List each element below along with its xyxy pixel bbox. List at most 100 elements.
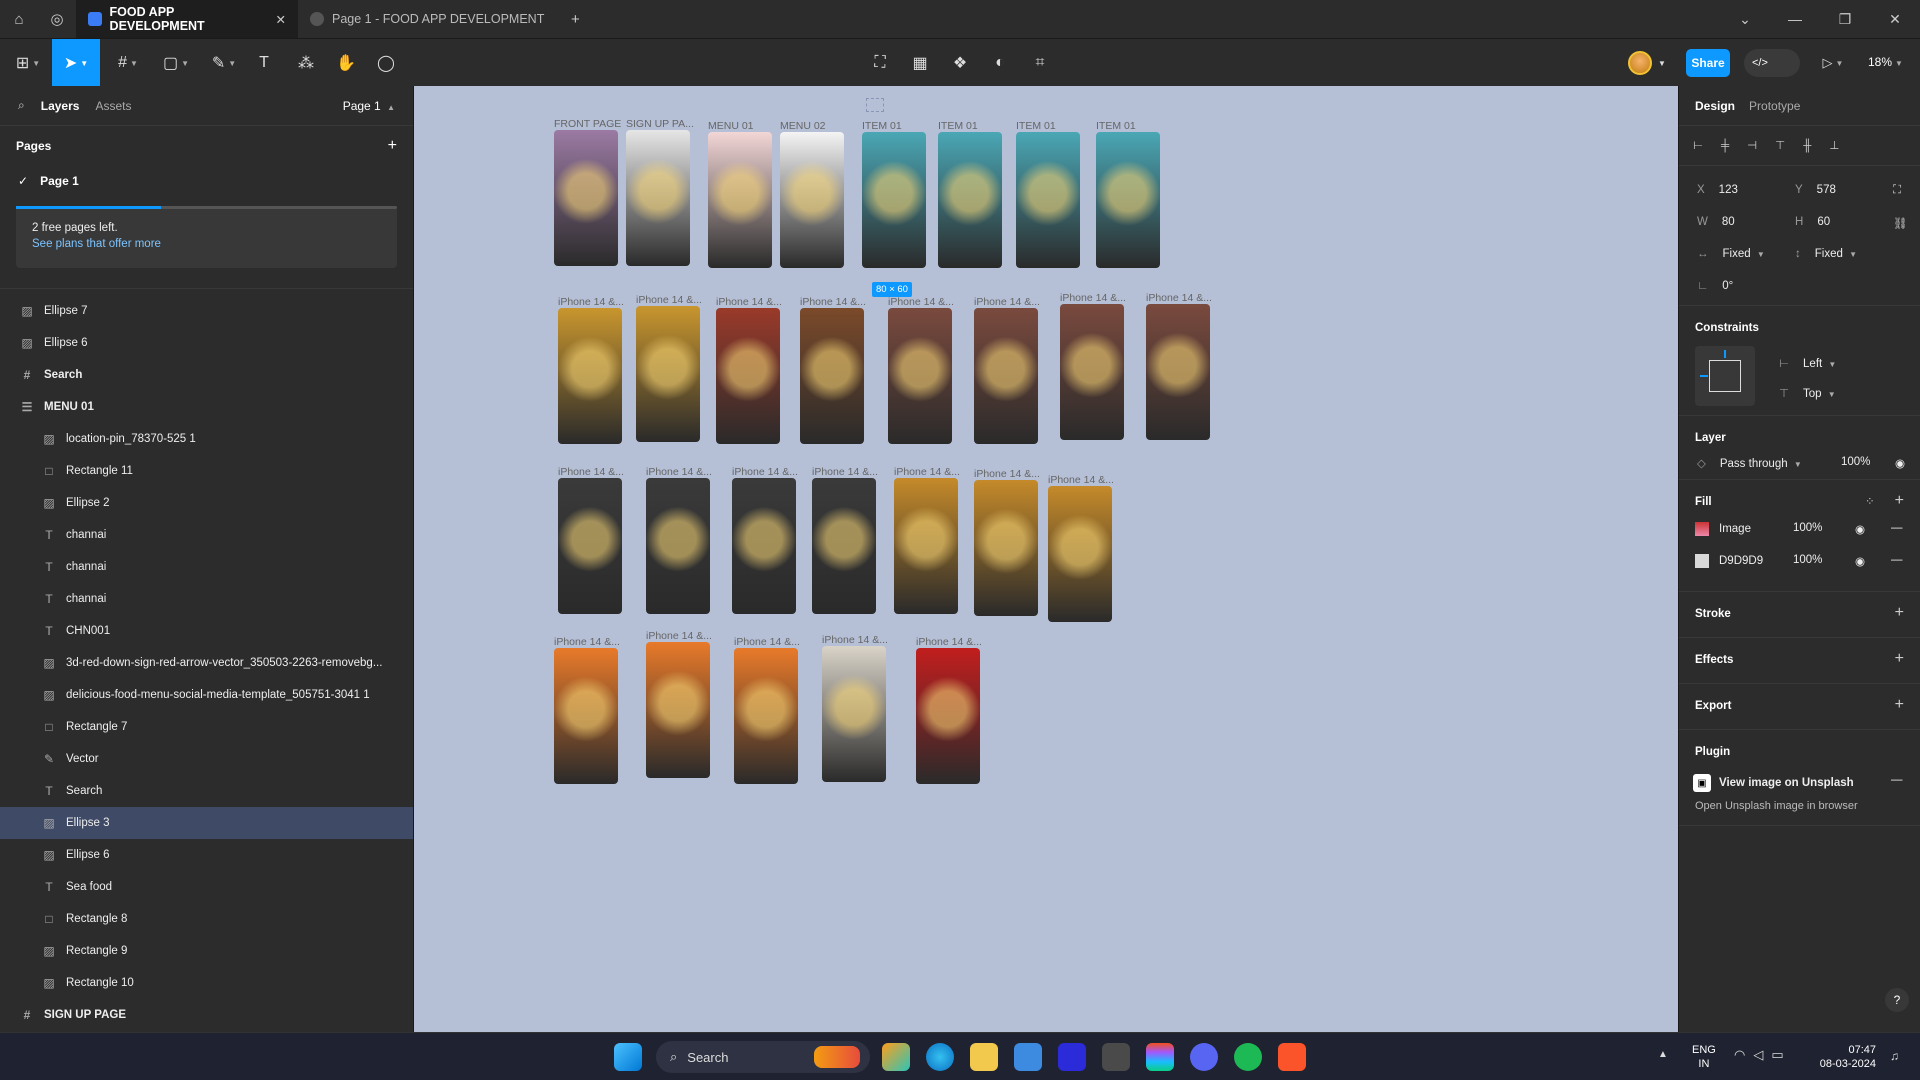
lock-ratio-icon[interactable]: ⛓ <box>1893 216 1908 230</box>
layer-row[interactable]: ▨ delicious-food-menu-social-media-templa… <box>0 679 413 711</box>
frame-thumbnail[interactable] <box>716 308 780 444</box>
close-window-button[interactable]: ✕ <box>1870 0 1920 38</box>
remove-fill-icon[interactable]: — <box>1891 522 1903 534</box>
tab-assets[interactable]: Assets <box>95 99 131 113</box>
frame-thumbnail[interactable] <box>554 648 618 784</box>
edge-icon[interactable] <box>926 1043 954 1071</box>
chevron-down-icon[interactable]: ▼ <box>1654 39 1670 87</box>
layer-row[interactable]: ▨ Rectangle 10 <box>0 967 413 999</box>
main-menu-icon[interactable]: ⊞ ▼ <box>10 39 46 87</box>
see-plans-link[interactable]: See plans that offer more <box>32 238 381 250</box>
layer-row[interactable]: ▨ 3d-red-down-sign-red-arrow-vector_35050… <box>0 647 413 679</box>
resize-to-fit-icon[interactable]: ⛶ <box>1893 184 1901 197</box>
hand-tool-icon[interactable]: ✋ <box>334 39 358 87</box>
vertical-sizing[interactable]: Fixed <box>1815 248 1843 260</box>
layer-row[interactable]: Tchannai <box>0 583 413 615</box>
tab-layers[interactable]: Layers <box>41 99 80 113</box>
frame-label[interactable]: iPhone 14 &... <box>716 296 782 308</box>
mask-icon[interactable]: ◐ <box>988 39 1012 87</box>
h-field[interactable]: 60 <box>1817 216 1830 228</box>
y-field[interactable]: 578 <box>1817 184 1836 196</box>
frame-thumbnail[interactable] <box>626 130 690 266</box>
fill-row-color[interactable]: D9D9D9 <box>1695 554 1763 568</box>
frame-label[interactable]: iPhone 14 &... <box>732 466 798 478</box>
fill-opacity[interactable]: 100% <box>1793 522 1822 534</box>
frame-label[interactable]: iPhone 14 &... <box>916 636 982 648</box>
x-field[interactable]: 123 <box>1719 184 1738 196</box>
frame-label[interactable]: iPhone 14 &... <box>646 466 712 478</box>
shape-tool-icon[interactable]: ▢ ▼ <box>158 39 194 87</box>
frame-label[interactable]: ITEM 01 <box>1096 120 1136 132</box>
frame-thumbnail[interactable] <box>862 132 926 268</box>
tab-food-app[interactable]: FOOD APP DEVELOPMENT ✕ <box>76 0 298 38</box>
frame-label[interactable]: iPhone 14 &... <box>558 296 624 308</box>
frame-thumbnail[interactable] <box>708 132 772 268</box>
copilot-icon[interactable] <box>882 1043 910 1071</box>
frame-thumbnail[interactable] <box>822 646 886 782</box>
layer-row[interactable]: Tchannai <box>0 551 413 583</box>
frame-thumbnail[interactable] <box>558 478 622 614</box>
crop-icon[interactable]: ⌗ <box>1028 39 1052 87</box>
figma-icon[interactable] <box>1146 1043 1174 1071</box>
present-icon[interactable]: ▷ ▼ <box>1818 39 1848 87</box>
pen-tool-icon[interactable]: ✎ ▼ <box>206 39 242 87</box>
app-icon[interactable] <box>1102 1043 1130 1071</box>
canvas[interactable]: FRONT PAGE SIGN UP PA... MENU 01 MENU 02 ITE… <box>414 86 1678 1032</box>
page-item[interactable]: ✓ Page 1 <box>0 166 413 196</box>
frame-label[interactable]: iPhone 14 &... <box>636 294 702 306</box>
home-icon[interactable]: ⌂ <box>0 0 38 38</box>
frame-thumbnail[interactable] <box>1060 304 1124 440</box>
frame-thumbnail[interactable] <box>1016 132 1080 268</box>
store-icon[interactable] <box>1014 1043 1042 1071</box>
frame-label[interactable]: iPhone 14 &... <box>822 634 888 646</box>
dev-mode-toggle[interactable]: </> <box>1744 49 1800 77</box>
zoom-level[interactable]: 18% ▼ <box>1868 55 1903 69</box>
frame-thumbnail[interactable] <box>916 648 980 784</box>
search-icon[interactable]: ⌕ <box>18 98 25 113</box>
layer-row[interactable]: ▨ Ellipse 6 <box>0 839 413 871</box>
show-hidden-icons-icon[interactable]: ▲ <box>1658 1049 1668 1060</box>
minimize-button[interactable]: — <box>1770 0 1820 38</box>
new-tab-button[interactable]: + <box>556 0 594 38</box>
close-tab-icon[interactable]: ✕ <box>276 12 286 27</box>
eye-icon[interactable]: ◉ <box>1855 554 1865 568</box>
resources-icon[interactable]: ⁂ <box>294 39 318 87</box>
avatar[interactable] <box>1628 51 1652 75</box>
frame-thumbnail[interactable] <box>894 478 958 614</box>
layer-row[interactable]: T CHN001 <box>0 615 413 647</box>
layer-row[interactable]: □ Rectangle 8 <box>0 903 413 935</box>
tabs-dropdown-icon[interactable]: ⌄ <box>1720 0 1770 38</box>
layer-row[interactable]: ▨ Rectangle 9 <box>0 935 413 967</box>
frame-thumbnail[interactable] <box>1096 132 1160 268</box>
frame-thumbnail[interactable] <box>636 306 700 442</box>
layer-row[interactable]: # Search <box>0 359 413 391</box>
add-effect-button[interactable]: + <box>1895 650 1904 668</box>
frame-label[interactable]: iPhone 14 &... <box>888 296 954 308</box>
frame-thumbnail[interactable] <box>558 308 622 444</box>
frame-label[interactable]: iPhone 14 &... <box>800 296 866 308</box>
blend-mode[interactable]: Pass through <box>1720 458 1788 470</box>
text-tool-icon[interactable]: T <box>252 39 276 87</box>
frame-label[interactable]: MENU 01 <box>708 120 754 132</box>
frame-thumbnail[interactable] <box>554 130 618 266</box>
collapse-plugin-icon[interactable]: — <box>1891 774 1903 786</box>
frame-tool-icon[interactable]: # ▼ <box>110 39 146 87</box>
move-tool-icon[interactable]: ➤ ▼ <box>52 39 100 87</box>
frame-label[interactable]: MENU 02 <box>780 120 826 132</box>
notification-bell-icon[interactable]: ♫ <box>1890 1049 1899 1063</box>
layer-row[interactable]: □ Rectangle 11 <box>0 455 413 487</box>
discord-icon[interactable] <box>1190 1043 1218 1071</box>
frame-label[interactable]: iPhone 14 &... <box>974 468 1040 480</box>
component-icon[interactable]: ❖ <box>948 39 972 87</box>
frame-label[interactable]: iPhone 14 &... <box>1048 474 1114 486</box>
frame-label[interactable]: iPhone 14 &... <box>558 466 624 478</box>
frame-thumbnail[interactable] <box>732 478 796 614</box>
share-button[interactable]: Share <box>1686 49 1730 77</box>
frame-thumbnail[interactable] <box>734 648 798 784</box>
frame-thumbnail[interactable] <box>1146 304 1210 440</box>
plugin-item[interactable]: ▣ View image on Unsplash <box>1693 774 1854 792</box>
taskbar-search[interactable]: ⌕ Search <box>656 1041 870 1073</box>
clock[interactable]: 07:47 08-03-2024 <box>1812 1043 1876 1071</box>
layer-row[interactable]: ▨ Ellipse 3 <box>0 807 413 839</box>
styles-icon[interactable]: ⁘ <box>1865 494 1875 508</box>
